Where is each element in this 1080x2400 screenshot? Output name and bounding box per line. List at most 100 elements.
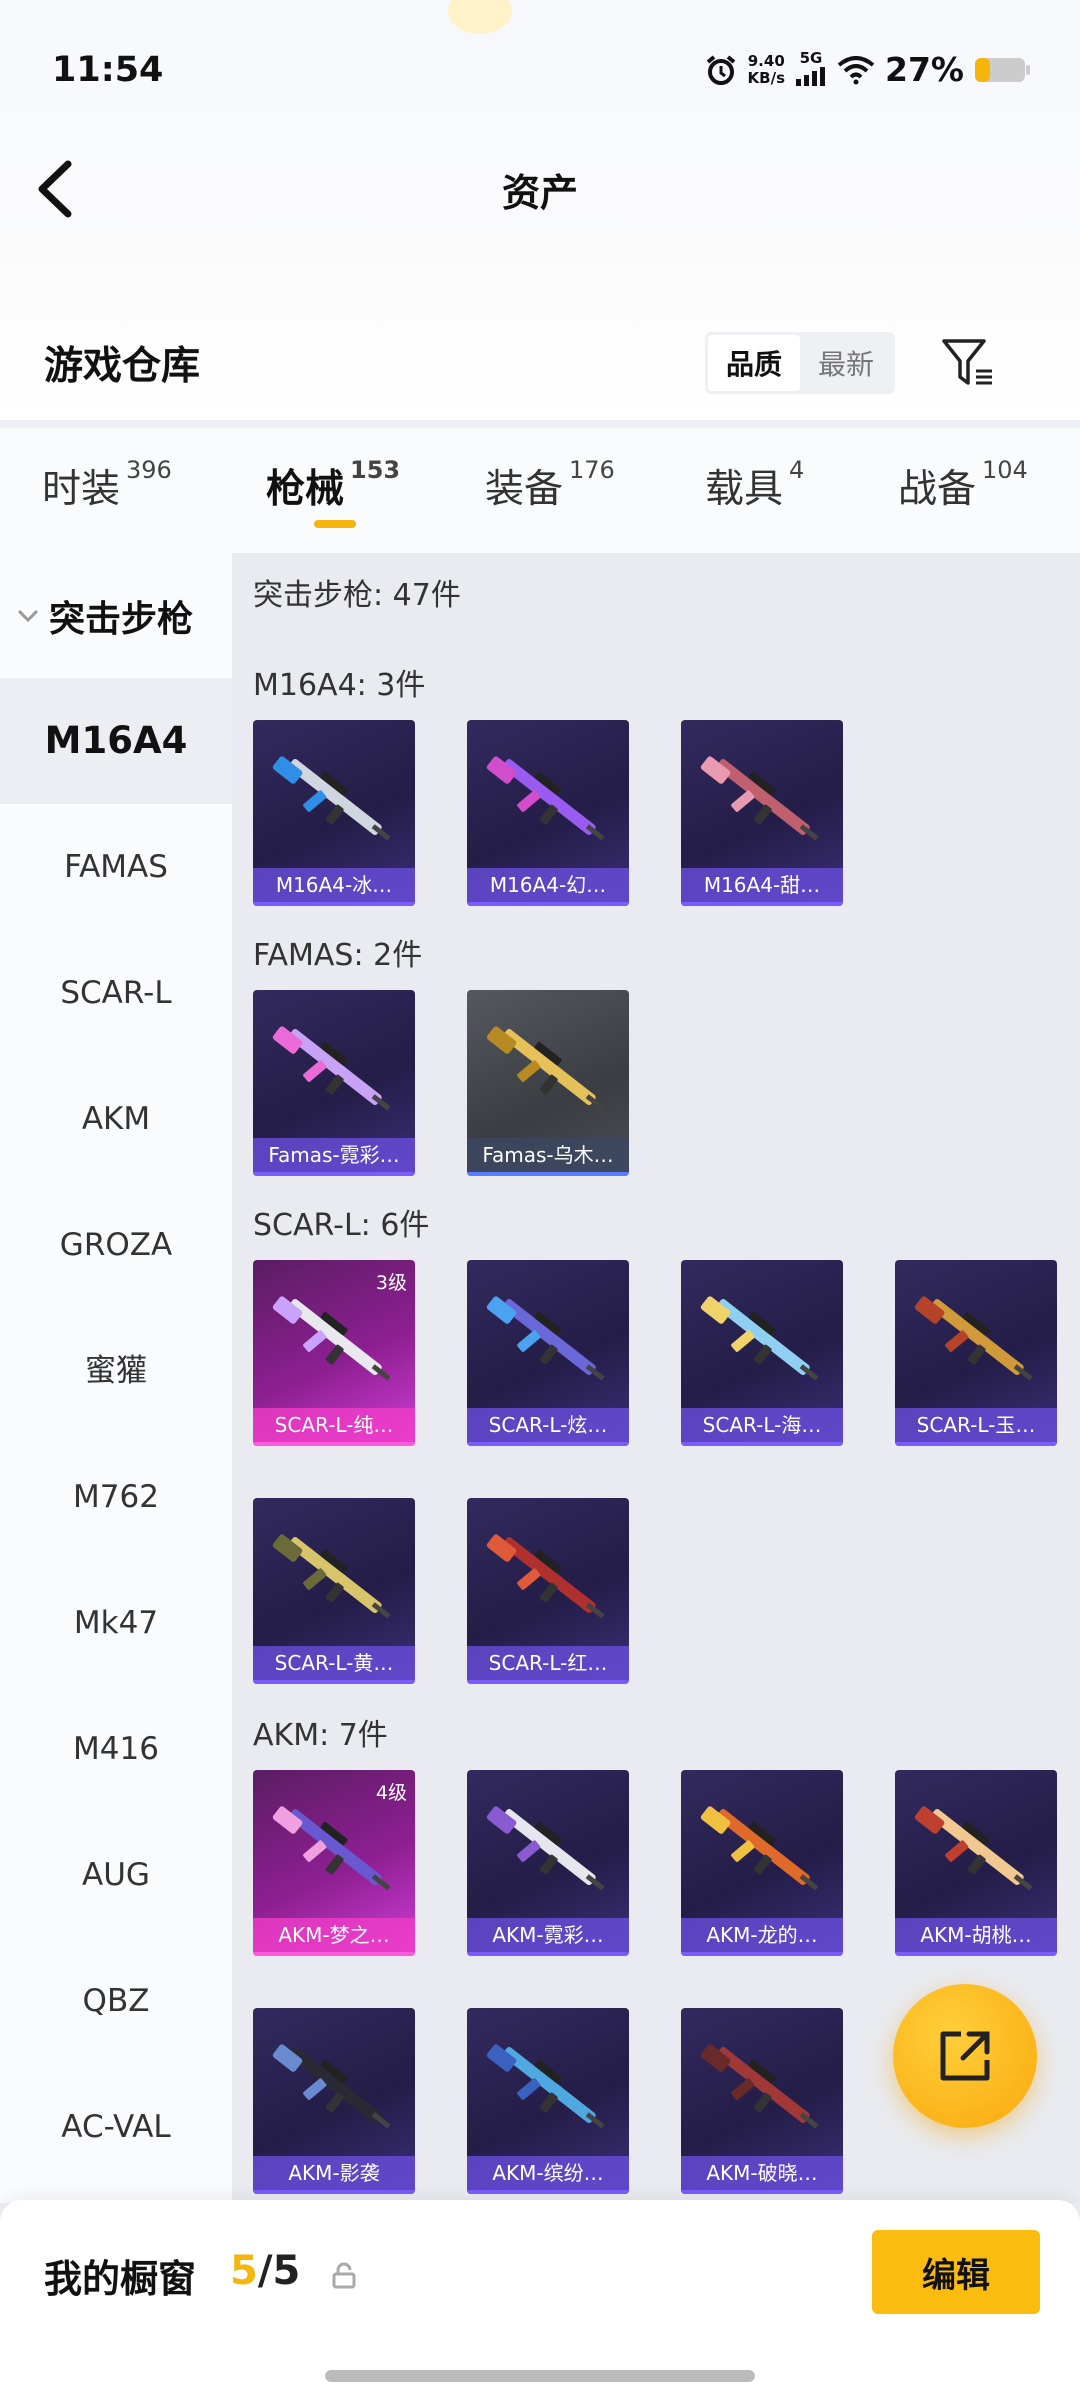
sidebar-item[interactable]: FAMAS [0,804,232,930]
weapon-skin-card[interactable]: SCAR-L-黄… [253,1498,415,1684]
rifle-icon [272,1534,391,1619]
weapon-skin-card[interactable]: AKM-龙的… [681,1770,843,1956]
battery-icon [975,57,1030,82]
rarity-bar [681,1952,843,1956]
showcase-count-max: /5 [257,2248,301,2294]
chevron-down-icon [17,609,39,622]
rarity-bar [681,2190,843,2194]
weapon-skin-name: AKM-龙的… [681,1918,843,1952]
weapon-skin-card[interactable]: SCAR-L-红… [467,1498,629,1684]
page-title: 资产 [501,171,578,215]
weapon-skin-card[interactable]: SCAR-L-海… [681,1260,843,1446]
sidebar-item[interactable]: M16A4 [0,678,232,804]
weapon-skin-card[interactable]: SCAR-L-炫… [467,1260,629,1446]
weapon-skin-card[interactable]: AKM-影袭 [253,2008,415,2194]
warehouse-header: 游戏仓库 品质 最新 [0,310,1080,420]
wifi-icon [837,55,875,84]
rifle-icon [486,2044,605,2129]
sidebar-item[interactable]: 蜜獾 [0,1308,232,1434]
tab-label: 战备 [898,467,977,512]
rifle-icon [914,1296,1033,1381]
tab-firearms[interactable]: 枪械 153 [266,456,401,514]
rifle-icon [486,1296,605,1381]
rarity-bar [467,1442,629,1446]
weapon-skin-card[interactable]: 3级 SCAR-L-纯… [253,1260,415,1446]
rarity-bar [895,1952,1057,1956]
category-tabs: 时装 396 枪械 153 装备 176 载具 4 战备 104 [0,428,1080,553]
rarity-bar [681,1442,843,1446]
weapon-skin-name: AKM-影袭 [253,2156,415,2190]
weapon-skin-card[interactable]: SCAR-L-玉… [895,1260,1057,1446]
section-heading: AKM: 7件 [253,1718,388,1753]
weapon-skin-card[interactable]: AKM-缤纷… [467,2008,629,2194]
alarm-icon [706,54,735,85]
tab-count: 176 [569,456,615,484]
rarity-bar [895,1442,1057,1446]
sidebar-item[interactable]: GROZA [0,1182,232,1308]
tab-count: 153 [350,456,401,484]
tab-count: 4 [789,456,805,484]
sidebar-category[interactable]: 突击步枪 [0,553,232,678]
sidebar-item[interactable]: M416 [0,1686,232,1812]
signal-bars-icon [796,66,825,86]
weapon-skin-card[interactable]: AKM-破晓… [681,2008,843,2194]
sort-option-quality[interactable]: 品质 [708,335,800,391]
weapon-skin-name: Famas-乌木… [467,1138,629,1172]
tab-equipment[interactable]: 装备 176 [485,456,615,514]
tab-fashion[interactable]: 时装 396 [42,456,172,514]
rifle-icon [486,1806,605,1891]
net-speed: 9.40 KB/s [748,52,785,87]
lock-icon [332,2262,356,2289]
share-icon [940,2031,990,2081]
weapon-skin-card[interactable]: AKM-霓彩… [467,1770,629,1956]
rifle-icon [486,756,605,841]
summary-label: 突击步枪: 47件 [253,578,461,613]
rifle-icon [700,2044,819,2129]
rifle-icon [272,756,391,841]
weapon-skin-card[interactable]: Famas-霓彩… [253,990,415,1176]
section-heading: SCAR-L: 6件 [253,1208,430,1243]
rarity-bar [253,2190,415,2194]
weapon-skin-card[interactable]: AKM-胡桃… [895,1770,1057,1956]
sidebar-item[interactable]: Mk47 [0,1560,232,1686]
weapon-skin-card[interactable]: 4级 AKM-梦之… [253,1770,415,1956]
sort-option-newest[interactable]: 最新 [800,335,892,391]
sidebar-item[interactable]: AC-VAL [0,2064,232,2190]
tab-count: 396 [126,456,172,484]
weapon-skin-name: AKM-梦之… [253,1918,415,1952]
sidebar-item[interactable]: QBZ [0,1938,232,2064]
sidebar-item[interactable]: M762 [0,1434,232,1560]
sidebar-item[interactable]: SCAR-L [0,930,232,1056]
weapon-skin-name: SCAR-L-纯… [253,1408,415,1442]
rarity-bar [467,1172,629,1176]
weapon-skin-card[interactable]: M16A4-甜… [681,720,843,906]
level-badge: 4级 [375,1782,407,1804]
weapon-skin-name: Famas-霓彩… [253,1138,415,1172]
share-button[interactable] [893,1984,1037,2128]
status-bar: 11:54 9.40 KB/s 5G 27% [0,0,1080,140]
rifle-icon [272,1806,391,1891]
rifle-icon [700,756,819,841]
rifle-icon [914,1806,1033,1891]
showcase-title: 我的橱窗 [44,2257,197,2301]
rarity-bar [253,1172,415,1176]
filter-icon[interactable] [940,335,996,391]
weapon-skin-card[interactable]: M16A4-幻… [467,720,629,906]
weapon-skin-card[interactable]: Famas-乌木… [467,990,629,1176]
warehouse-title: 游戏仓库 [44,344,201,389]
sidebar-item[interactable]: AUG [0,1812,232,1938]
rarity-bar [253,1442,415,1446]
sidebar-item[interactable]: AKM [0,1056,232,1182]
weapon-sidebar: 突击步枪 M16A4 FAMAS SCAR-L AKM GROZA 蜜獾 M762 Mk47 M… [0,553,232,2203]
weapon-skin-card[interactable]: M16A4-冰… [253,720,415,906]
rifle-icon [486,1534,605,1619]
weapon-skin-name: AKM-缤纷… [467,2156,629,2190]
tab-vehicles[interactable]: 载具 4 [705,456,805,514]
rifle-icon [272,1026,391,1111]
tab-supplies[interactable]: 战备 104 [898,456,1028,514]
tab-label: 时装 [42,467,121,512]
tab-label: 载具 [705,467,784,512]
section-heading: M16A4: 3件 [253,668,426,703]
tab-label: 装备 [485,467,564,512]
edit-button[interactable]: 编辑 [872,2230,1040,2314]
